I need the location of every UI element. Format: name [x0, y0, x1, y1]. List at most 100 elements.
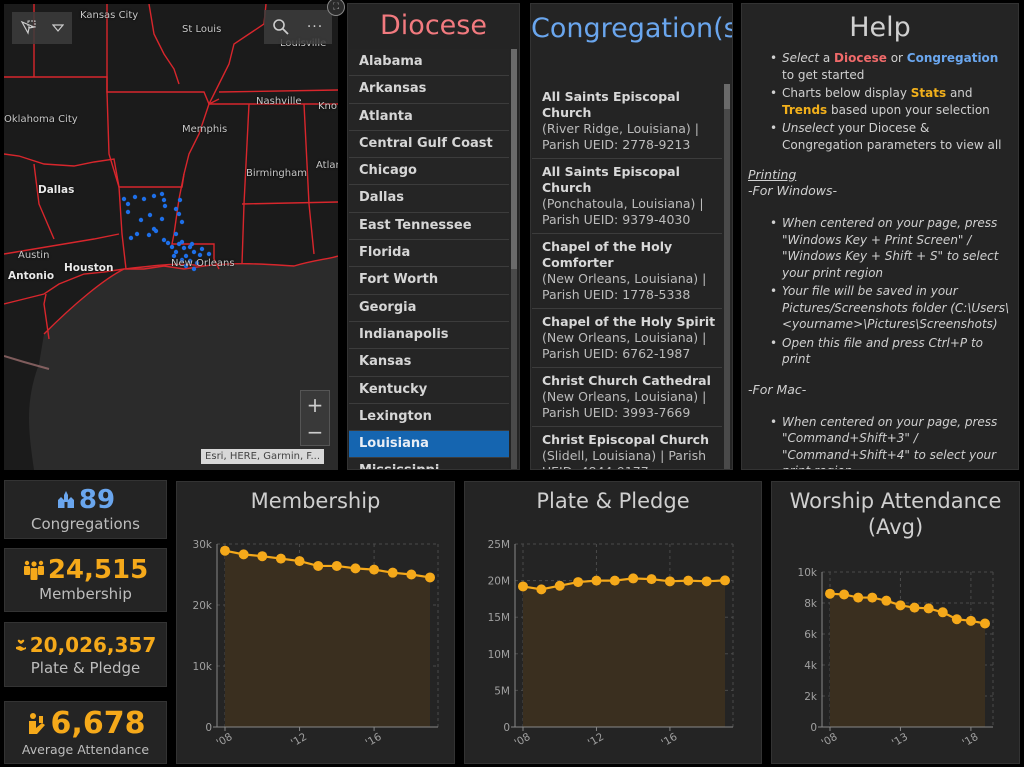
- data-point[interactable]: [238, 549, 249, 560]
- congregation-point[interactable]: [173, 206, 179, 212]
- diocese-item[interactable]: Mississippi: [349, 458, 509, 469]
- congregation-point[interactable]: [177, 197, 183, 203]
- search-button[interactable]: [264, 10, 298, 44]
- data-point[interactable]: [923, 603, 934, 614]
- congregation-point[interactable]: [189, 241, 195, 247]
- data-point[interactable]: [554, 580, 565, 591]
- map-view[interactable]: Kansas CitySt LouisLouisvilleNashvilleKn…: [4, 4, 338, 470]
- diocese-scrollbar[interactable]: [511, 49, 517, 469]
- data-point[interactable]: [220, 545, 230, 556]
- congregation-scroll-thumb[interactable]: [724, 84, 730, 109]
- data-point[interactable]: [965, 615, 976, 626]
- congregation-point[interactable]: [191, 249, 197, 255]
- congregation-point[interactable]: [206, 251, 212, 257]
- congregation-point[interactable]: [125, 209, 131, 215]
- congregation-item[interactable]: All Saints Episcopal Church (River Ridge,…: [532, 84, 722, 159]
- congregation-point[interactable]: [125, 201, 131, 207]
- data-point[interactable]: [518, 581, 528, 592]
- congregation-point[interactable]: [197, 252, 203, 258]
- data-point[interactable]: [313, 560, 324, 571]
- diocese-item[interactable]: Fort Worth: [349, 267, 509, 295]
- diocese-item[interactable]: Arkansas: [349, 76, 509, 104]
- congregation-point[interactable]: [169, 244, 175, 250]
- diocese-item[interactable]: Lexington: [349, 403, 509, 432]
- congregation-point[interactable]: [161, 237, 167, 243]
- data-point[interactable]: [591, 575, 602, 586]
- data-point[interactable]: [867, 592, 878, 603]
- congregation-point[interactable]: [162, 203, 168, 209]
- congregation-point[interactable]: [153, 228, 159, 234]
- congregation-item[interactable]: Chapel of the Holy Spirit (New Orleans, L…: [532, 309, 722, 368]
- data-point[interactable]: [406, 569, 417, 580]
- congregation-point[interactable]: [161, 197, 167, 203]
- data-point[interactable]: [951, 614, 962, 625]
- diocese-item[interactable]: Alabama: [349, 49, 509, 77]
- data-point[interactable]: [881, 595, 892, 606]
- data-point[interactable]: [536, 584, 547, 595]
- basemap[interactable]: [4, 4, 338, 470]
- data-point[interactable]: [646, 574, 657, 585]
- congregation-point[interactable]: [147, 212, 153, 218]
- congregation-point[interactable]: [134, 231, 140, 237]
- data-point[interactable]: [937, 607, 948, 618]
- congregation-point[interactable]: [199, 246, 205, 252]
- diocese-item[interactable]: Atlanta: [349, 103, 509, 131]
- diocese-item[interactable]: Chicago: [349, 158, 509, 186]
- data-point[interactable]: [701, 576, 712, 587]
- data-point[interactable]: [839, 589, 850, 600]
- congregation-item[interactable]: Chapel of the Holy Comforter (New Orleans…: [532, 234, 722, 309]
- congregation-item[interactable]: Christ Church Cathedral (New Orleans, Lou…: [532, 368, 722, 427]
- data-point[interactable]: [369, 564, 380, 575]
- congregation-point[interactable]: [132, 194, 138, 200]
- data-point[interactable]: [275, 553, 286, 564]
- data-point[interactable]: [683, 575, 694, 586]
- congregation-point[interactable]: [151, 193, 157, 199]
- data-point[interactable]: [387, 567, 398, 578]
- congregation-item[interactable]: Christ Episcopal Church (Slidell, Louisia…: [532, 427, 722, 469]
- congregation-point[interactable]: [138, 217, 144, 223]
- congregation-point[interactable]: [121, 196, 127, 202]
- congregation-scrollbar[interactable]: [724, 84, 730, 469]
- zoom-out-button[interactable]: −: [300, 418, 330, 446]
- data-point[interactable]: [350, 563, 361, 574]
- data-point[interactable]: [609, 575, 620, 586]
- data-point[interactable]: [825, 588, 835, 599]
- data-point[interactable]: [720, 575, 730, 586]
- congregation-point[interactable]: [141, 196, 147, 202]
- diocese-item[interactable]: Kansas: [349, 349, 509, 377]
- diocese-item[interactable]: Kentucky: [349, 376, 509, 404]
- zoom-in-button[interactable]: +: [300, 390, 330, 418]
- data-point[interactable]: [628, 573, 639, 584]
- diocese-item[interactable]: Central Gulf Coast: [349, 130, 509, 159]
- congregation-point[interactable]: [173, 231, 179, 237]
- congregation-point[interactable]: [181, 245, 187, 251]
- select-tool-button[interactable]: [12, 12, 44, 44]
- diocese-list[interactable]: Alabama Arkansas Atlanta Central Gulf Coast…: [349, 49, 509, 469]
- data-point[interactable]: [664, 576, 675, 587]
- data-point[interactable]: [294, 556, 305, 567]
- diocese-scroll-thumb[interactable]: [511, 49, 517, 269]
- congregation-point[interactable]: [159, 216, 165, 222]
- congregation-point[interactable]: [176, 211, 182, 217]
- diocese-item[interactable]: Indianapolis: [349, 321, 509, 350]
- data-point[interactable]: [853, 592, 864, 603]
- data-point[interactable]: [257, 551, 268, 562]
- congregation-point[interactable]: [128, 235, 134, 241]
- data-point[interactable]: [425, 572, 435, 583]
- map-attribution[interactable]: Esri, HERE, Garmin, F...: [201, 449, 324, 464]
- congregation-point[interactable]: [159, 191, 165, 197]
- data-point[interactable]: [909, 602, 920, 613]
- congregation-point[interactable]: [179, 219, 185, 225]
- diocese-item[interactable]: East Tennessee: [349, 212, 509, 241]
- congregation-point[interactable]: [146, 232, 152, 238]
- select-dropdown-button[interactable]: [44, 12, 72, 44]
- congregation-point[interactable]: [173, 249, 179, 255]
- congregation-point[interactable]: [165, 240, 171, 246]
- congregation-list[interactable]: All Saints Episcopal Church (River Ridge,…: [532, 84, 722, 469]
- data-point[interactable]: [331, 560, 342, 571]
- congregation-item[interactable]: All Saints Episcopal Church (Ponchatoula,…: [532, 159, 722, 234]
- diocese-item[interactable]: Florida: [349, 240, 509, 268]
- diocese-item[interactable]: Dallas: [349, 185, 509, 213]
- data-point[interactable]: [895, 600, 906, 611]
- more-options-button[interactable]: ···: [298, 10, 332, 44]
